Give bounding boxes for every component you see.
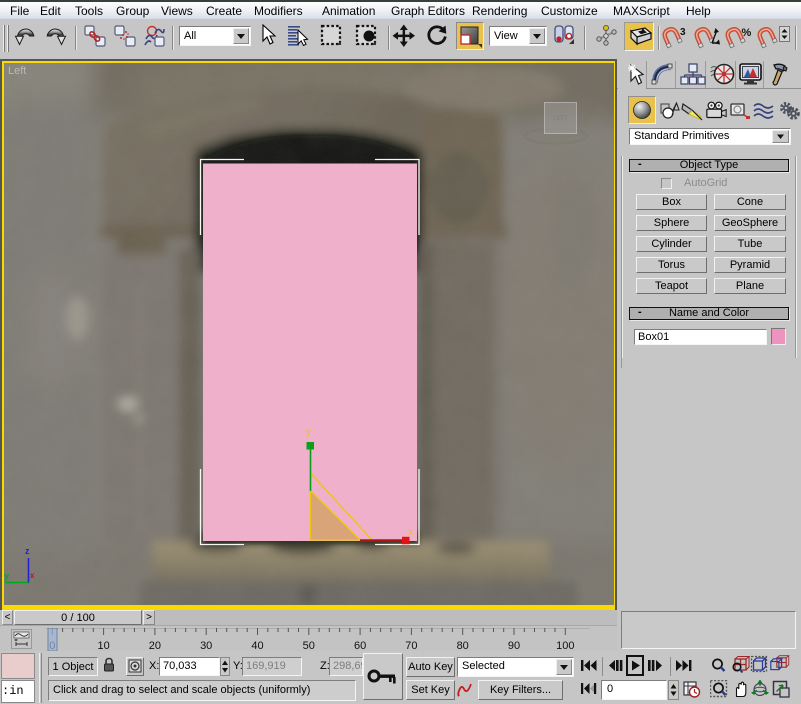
svg-text:y: y: [306, 427, 311, 438]
svg-text:x: x: [30, 571, 35, 580]
svg-text:x: x: [408, 527, 413, 538]
svg-text:%: %: [742, 27, 752, 39]
svg-text:y: y: [4, 571, 9, 581]
svg-text:3: 3: [680, 27, 686, 38]
svg-text:z: z: [25, 546, 30, 556]
svg-text:Left: Left: [8, 65, 26, 77]
